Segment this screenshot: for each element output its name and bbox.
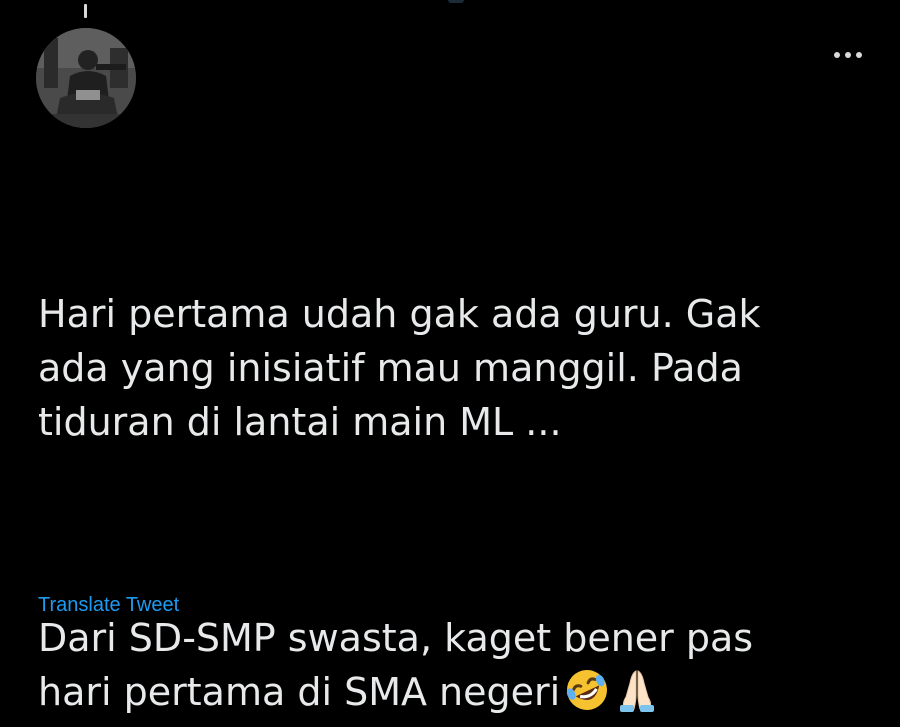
avatar-photo [36,28,136,128]
more-options-icon [834,52,862,58]
translate-tweet-link[interactable]: Translate Tweet [38,594,179,617]
thread-connector-line [84,4,87,18]
rolling-on-floor-laughing-emoji [564,667,610,727]
profile-avatar[interactable] [36,28,136,128]
tweet-paragraph-1: Hari pertama udah gak ada guru. Gak ada … [38,292,761,444]
more-options-button[interactable] [826,40,870,70]
tweet-body: Hari pertama udah gak ada guru. Gak ada … [38,233,868,727]
top-edge-glint [448,0,464,3]
folded-hands-emoji [614,667,660,727]
